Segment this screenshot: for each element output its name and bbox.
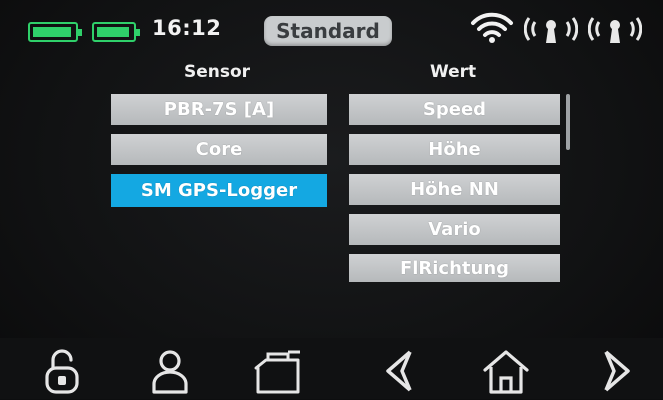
battery-icon <box>28 22 82 42</box>
sensor-item-sm-gps-logger[interactable]: SM GPS-Logger <box>111 174 327 207</box>
wert-item-hoehe[interactable]: Höhe <box>349 134 560 165</box>
wert-item-speed[interactable]: Speed <box>349 94 560 125</box>
wifi-icon <box>470 12 514 44</box>
model-icon[interactable] <box>252 346 304 396</box>
battery-icon <box>92 22 140 42</box>
profile-button[interactable]: Standard <box>264 16 392 46</box>
antenna-signal-icon <box>523 12 579 46</box>
unlock-icon[interactable] <box>36 346 88 396</box>
wert-item-hoehe-nn[interactable]: Höhe NN <box>349 174 560 205</box>
back-icon[interactable] <box>374 346 426 396</box>
status-bar: 16:12 Standard <box>0 0 663 50</box>
sensor-item-core[interactable]: Core <box>111 134 327 165</box>
wert-item-vario[interactable]: Vario <box>349 214 560 245</box>
home-icon[interactable] <box>480 346 532 396</box>
wert-column-header: Wert <box>430 62 477 82</box>
wert-item-flrichtung[interactable]: FlRichtung <box>349 254 560 282</box>
forward-icon[interactable] <box>590 346 642 396</box>
user-icon[interactable] <box>144 346 196 396</box>
clock-time: 16:12 <box>152 16 222 40</box>
sensor-column-header: Sensor <box>184 62 251 82</box>
transmitter-screen: 16:12 Standard Sensor Wert PBR-7S [A] Co… <box>0 0 663 399</box>
bottom-nav-bar <box>0 338 663 399</box>
sensor-item-pbr-7s[interactable]: PBR-7S [A] <box>111 94 327 125</box>
antenna-signal-icon <box>587 12 643 46</box>
wert-scrollbar[interactable] <box>566 94 570 150</box>
